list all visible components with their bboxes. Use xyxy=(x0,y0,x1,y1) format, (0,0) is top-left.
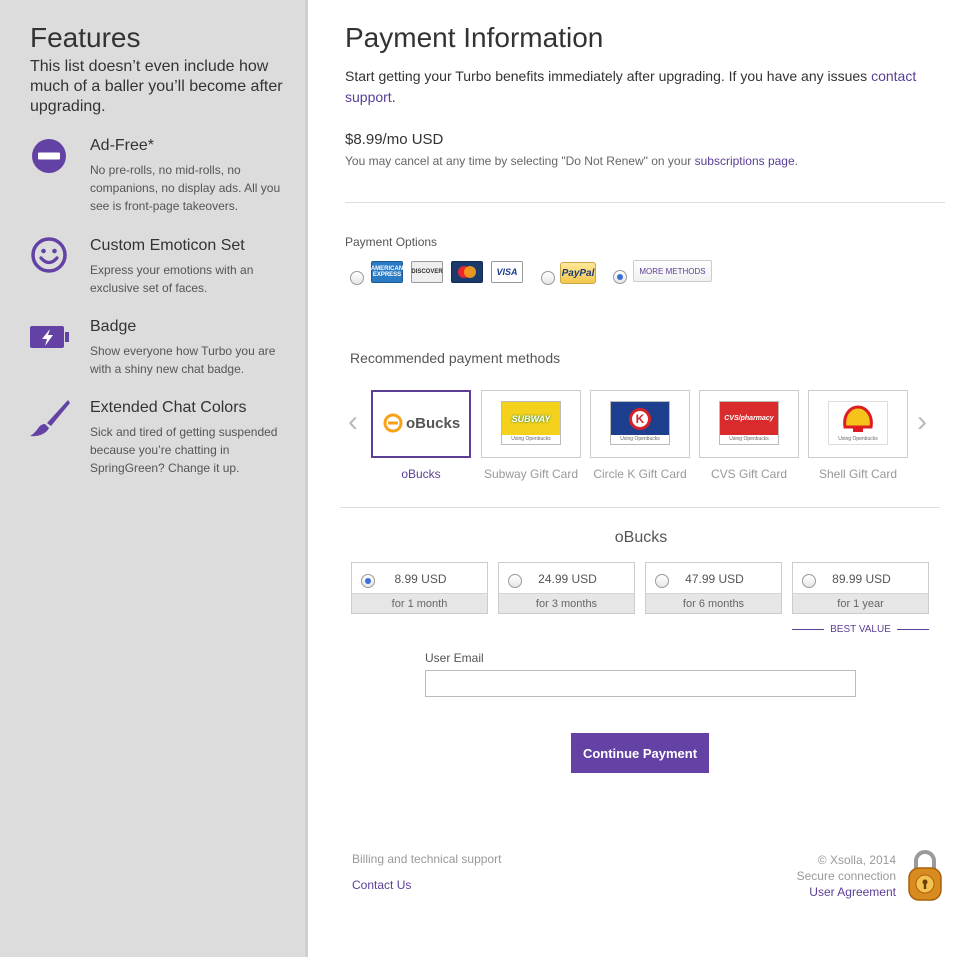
method-tile-subway[interactable]: SUBWAY Using Openbucks xyxy=(481,390,581,458)
best-value-line xyxy=(792,629,825,630)
more-methods-button[interactable]: MORE METHODS xyxy=(633,260,712,282)
recommended-title: Recommended payment methods xyxy=(350,350,561,366)
continue-payment-button[interactable]: Continue Payment xyxy=(571,733,709,773)
amount-option-6-months[interactable]: 47.99 USD for 6 months xyxy=(645,562,782,614)
card-caption: Using Openbucks xyxy=(720,435,778,444)
shell-icon xyxy=(843,404,873,432)
no-entry-icon xyxy=(32,139,66,173)
best-value-badge: BEST VALUE xyxy=(792,624,929,635)
cancel-note: You may cancel at any time by selecting … xyxy=(345,154,798,168)
subway-card: SUBWAY Using Openbucks xyxy=(501,401,561,445)
cvs-card: CVS/pharmacy Using Openbucks xyxy=(719,401,779,445)
method-label[interactable]: Circle K Gift Card xyxy=(590,467,690,481)
intro-text: Start getting your Turbo benefits immedi… xyxy=(345,66,945,108)
card-caption: Using Openbucks xyxy=(829,435,887,444)
feature-title: Ad-Free* xyxy=(90,137,155,154)
method-label[interactable]: Shell Gift Card xyxy=(808,467,908,481)
method-tile-obucks[interactable]: oBucks xyxy=(371,390,471,458)
payment-panel: Payment Information Start getting your T… xyxy=(311,0,978,957)
method-label[interactable]: Subway Gift Card xyxy=(481,467,581,481)
amount-period: for 6 months xyxy=(646,593,781,613)
feature-title: Custom Emoticon Set xyxy=(90,237,245,254)
amount-period: for 1 month xyxy=(352,593,487,613)
intro-copy: Start getting your Turbo benefits immedi… xyxy=(345,68,872,84)
footer-right: © Xsolla, 2014 Secure connection User Ag… xyxy=(797,852,896,900)
smiley-icon xyxy=(31,237,67,273)
shell-card: Using Openbucks xyxy=(828,401,888,445)
divider xyxy=(345,202,945,203)
subscriptions-page-link[interactable]: subscriptions page xyxy=(695,154,795,168)
more-methods-radio[interactable] xyxy=(613,270,627,284)
user-email-input[interactable] xyxy=(425,670,856,697)
email-label: User Email xyxy=(425,651,484,665)
method-tile-circle-k[interactable]: K Using Openbucks xyxy=(590,390,690,458)
amount-value: 24.99 USD xyxy=(538,572,597,586)
method-label[interactable]: oBucks xyxy=(371,467,471,481)
carousel-prev-icon[interactable]: ‹ xyxy=(348,405,358,439)
features-sidebar: Features This list doesn’t even include … xyxy=(0,0,308,957)
copyright-text: © Xsolla, 2014 xyxy=(817,853,896,867)
amex-card-icon: AMERICAN EXPRESS xyxy=(371,261,403,283)
page-title: Payment Information xyxy=(345,22,604,53)
best-value-text: BEST VALUE xyxy=(830,624,891,635)
carousel-next-icon[interactable]: › xyxy=(917,405,927,439)
circle-k-mark: K xyxy=(629,407,651,430)
feature-title: Extended Chat Colors xyxy=(90,399,247,416)
amount-option-1-month[interactable]: 8.99 USD for 1 month xyxy=(351,562,488,614)
subway-logo: SUBWAY xyxy=(502,402,560,435)
feature-desc: Show everyone how Turbo you are with a s… xyxy=(90,344,276,376)
cvs-logo: CVS/pharmacy xyxy=(720,402,778,435)
features-title: Features xyxy=(30,22,141,53)
intro-end: . xyxy=(391,89,396,105)
method-tile-cvs[interactable]: CVS/pharmacy Using Openbucks xyxy=(699,390,799,458)
amount-value: 8.99 USD xyxy=(394,572,447,586)
visa-card-icon: VISA xyxy=(491,261,523,283)
amount-value: 47.99 USD xyxy=(685,572,744,586)
billing-support-text: Billing and technical support xyxy=(352,852,502,866)
method-label[interactable]: CVS Gift Card xyxy=(699,467,799,481)
cancel-end: . xyxy=(794,154,798,168)
obucks-logo-text: oBucks xyxy=(406,414,461,432)
obucks-coin-icon xyxy=(383,413,403,433)
shell-logo xyxy=(829,402,887,435)
secure-connection-text: Secure connection xyxy=(796,869,896,883)
feature-desc: Sick and tired of getting suspended beca… xyxy=(90,425,278,475)
feature-title: Badge xyxy=(90,318,137,335)
amount-period: for 1 year xyxy=(793,593,928,613)
discover-card-icon: DISCOVER xyxy=(411,261,443,283)
obucks-title: oBucks xyxy=(614,529,668,546)
amount-value: 89.99 USD xyxy=(832,572,891,586)
method-tile-shell[interactable]: Using Openbucks xyxy=(808,390,908,458)
cards-radio[interactable] xyxy=(350,271,364,285)
card-caption: Using Openbucks xyxy=(502,435,560,444)
cancel-copy: You may cancel at any time by selecting … xyxy=(345,154,695,168)
price-label: $8.99/mo USD xyxy=(345,131,444,148)
padlock-icon xyxy=(908,850,942,901)
obucks-logo: oBucks xyxy=(383,413,460,433)
feature-desc: No pre-rolls, no mid-rolls, no companion… xyxy=(90,163,281,213)
card-caption: Using Openbucks xyxy=(611,435,669,444)
user-agreement-link[interactable]: User Agreement xyxy=(809,885,896,899)
amount-period: for 3 months xyxy=(499,593,634,613)
amount-option-1-year[interactable]: 89.99 USD for 1 year xyxy=(792,562,929,614)
feature-desc: Express your emotions with an exclusive … xyxy=(90,263,254,295)
battery-bolt-icon xyxy=(30,326,69,348)
paypal-radio[interactable] xyxy=(541,271,555,285)
paintbrush-icon xyxy=(30,400,70,437)
amount-option-3-months[interactable]: 24.99 USD for 3 months xyxy=(498,562,635,614)
contact-us-link[interactable]: Contact Us xyxy=(352,878,411,892)
circle-k-logo: K xyxy=(611,402,669,435)
divider xyxy=(340,507,940,508)
mastercard-card-icon xyxy=(451,261,483,283)
mastercard-circles xyxy=(458,266,476,278)
circle-k-card: K Using Openbucks xyxy=(610,401,670,445)
paypal-icon: PayPal xyxy=(560,262,596,284)
best-value-line xyxy=(896,629,929,630)
features-subtitle: This list doesn’t even include how much … xyxy=(30,58,283,115)
payment-options-label: Payment Options xyxy=(345,235,438,249)
